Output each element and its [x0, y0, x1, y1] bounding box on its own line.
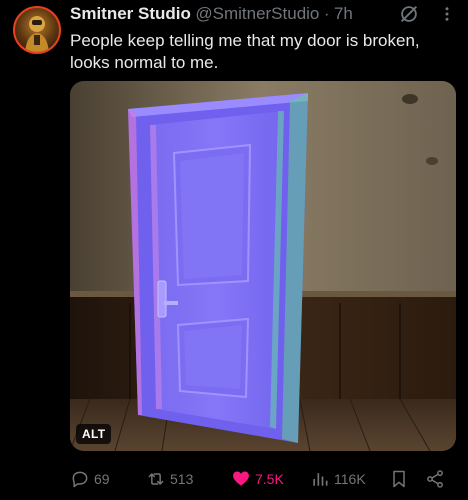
bookmark-button[interactable]	[389, 466, 409, 492]
alt-badge[interactable]: ALT	[76, 424, 112, 444]
post-time[interactable]: 7h	[334, 4, 353, 23]
repost-icon	[148, 473, 164, 485]
like-button[interactable]: 7.5K	[231, 466, 284, 492]
more-icon[interactable]	[438, 5, 456, 23]
grok-icon[interactable]	[398, 3, 420, 25]
views-count: 116K	[334, 471, 366, 487]
separator-dot: ·	[323, 4, 330, 23]
share-button[interactable]	[425, 466, 445, 492]
reply-count: 69	[94, 471, 110, 487]
tweet-text: People keep telling me that my door is b…	[70, 31, 420, 72]
repost-button[interactable]: 513	[146, 466, 193, 492]
share-icon	[427, 470, 443, 488]
avatar[interactable]	[13, 6, 61, 54]
reply-button[interactable]: 69	[70, 466, 110, 492]
author-handle[interactable]: @SmitnerStudio	[195, 4, 319, 23]
tweet-image[interactable]	[70, 81, 456, 451]
views-icon	[313, 473, 328, 486]
bookmark-icon	[393, 470, 405, 488]
views-button[interactable]: 116K	[310, 466, 366, 492]
heart-icon	[233, 471, 249, 486]
like-count: 7.5K	[255, 471, 284, 487]
action-bar: 69 513 7.5K 116K	[0, 466, 468, 492]
reply-icon	[72, 471, 88, 488]
author-name[interactable]: Smitner Studio	[70, 4, 191, 23]
repost-count: 513	[170, 471, 194, 487]
avatar-figure-icon	[25, 16, 49, 52]
